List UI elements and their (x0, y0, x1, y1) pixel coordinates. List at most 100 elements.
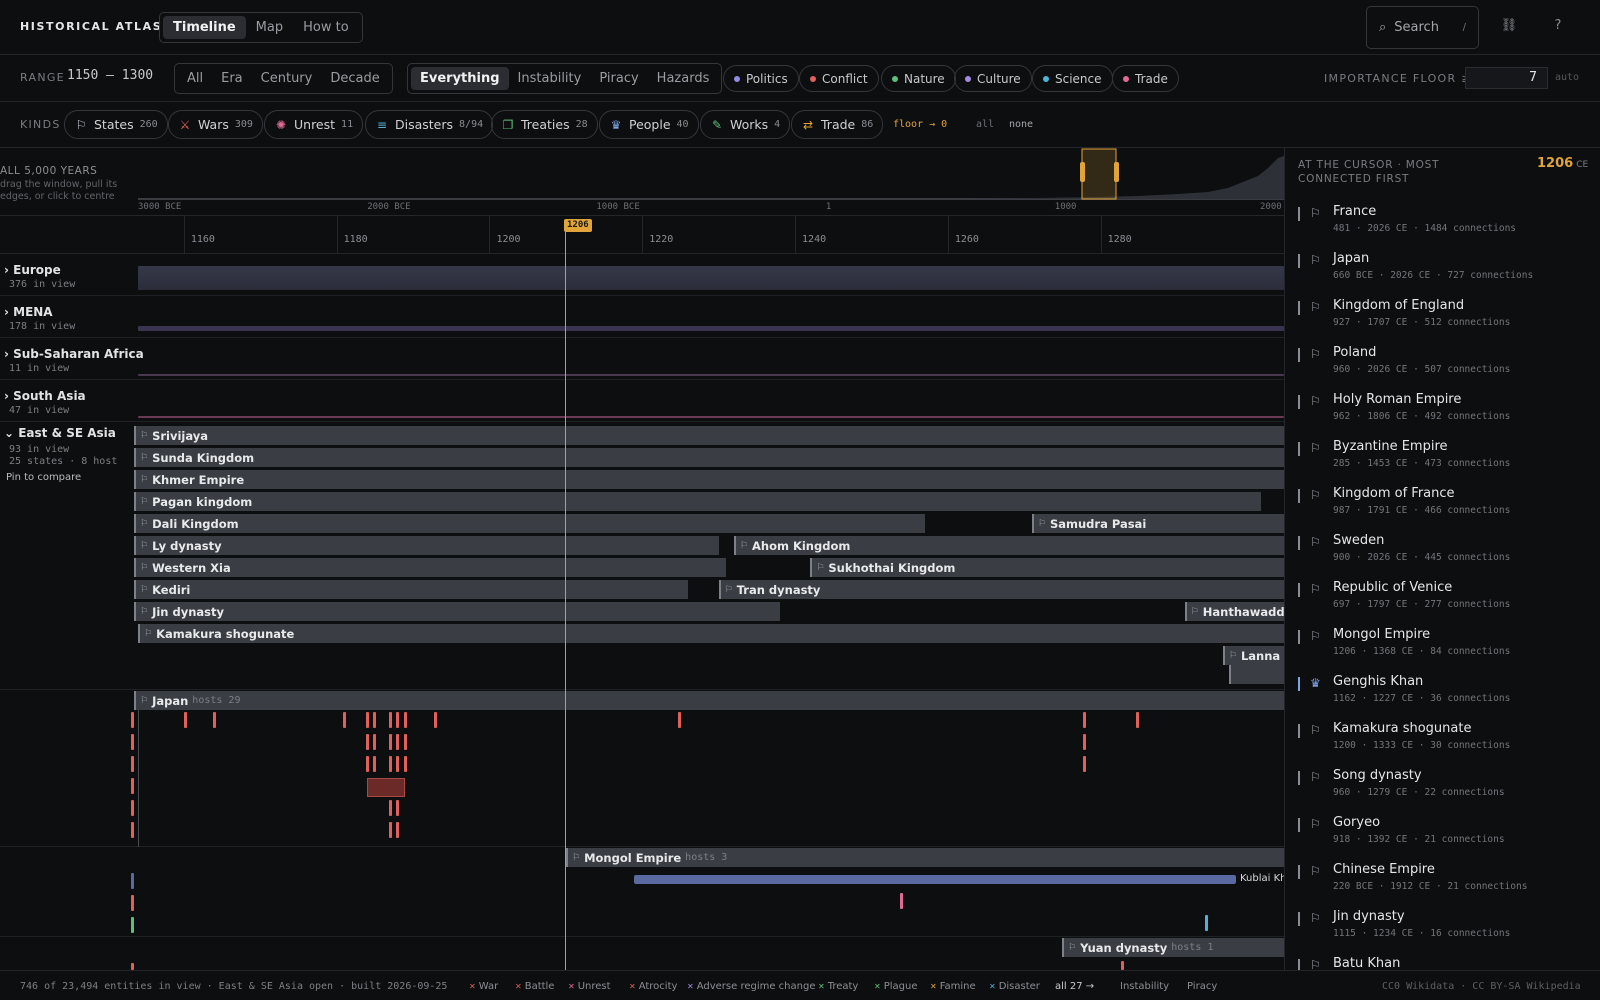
person-bar[interactable] (634, 875, 1236, 884)
tab-how-to[interactable]: How to (293, 16, 359, 39)
granularity-all[interactable]: All (178, 67, 212, 90)
event-tick[interactable] (366, 734, 369, 750)
region-europe[interactable]: › Europe 376 in view (0, 254, 1284, 296)
event-tick[interactable] (1083, 712, 1086, 728)
event-tick[interactable] (404, 734, 407, 750)
tab-map[interactable]: Map (246, 16, 293, 39)
event-tick[interactable] (900, 893, 903, 909)
cursor-list-item[interactable]: ⚐ Mongol Empire 1206 · 1368 CE · 84 connec… (1298, 626, 1598, 672)
state-bar[interactable]: ⚐ Kamakura shogunate (138, 624, 1284, 643)
event-tick[interactable] (396, 822, 399, 838)
category-trade[interactable]: Trade (1112, 65, 1179, 92)
event-tick[interactable] (396, 800, 399, 816)
state-bar[interactable]: ⚐ Samudra Pasai (1031, 514, 1284, 533)
legend-all-link[interactable]: all 27 → (1055, 981, 1094, 992)
category-culture[interactable]: Culture (954, 65, 1032, 92)
event-tick[interactable] (1136, 712, 1139, 728)
event-tick[interactable] (396, 756, 399, 772)
category-science[interactable]: Science (1032, 65, 1113, 92)
floor-reset-link[interactable]: floor → 0 (893, 119, 947, 130)
legend-disaster[interactable]: ✕ Disaster (989, 981, 1040, 992)
kinds-none-link[interactable]: none (1009, 119, 1033, 130)
event-tick[interactable] (131, 756, 134, 772)
importance-floor-input[interactable]: 7 (1465, 67, 1548, 89)
event-tick[interactable] (1121, 961, 1124, 970)
host-japan[interactable]: ⚐ Japan hosts 29 (0, 690, 1284, 847)
state-bar[interactable]: ⚐ Khmer Empire (134, 470, 1284, 489)
state-bar[interactable] (1229, 665, 1284, 684)
kinds-all-link[interactable]: all (976, 119, 994, 130)
event-tick[interactable] (389, 734, 392, 750)
cursor-list-item[interactable]: ⚐ Byzantine Empire 285 · 1453 CE · 473 con… (1298, 438, 1598, 484)
region-sub-saharan-africa[interactable]: › Sub-Saharan Africa 11 in view (0, 338, 1284, 380)
event-tick[interactable] (389, 712, 392, 728)
granularity-decade[interactable]: Decade (321, 67, 388, 90)
event-tick[interactable] (404, 712, 407, 728)
cursor-line[interactable] (565, 232, 566, 970)
kind-works[interactable]: ✎ Works 4 (700, 110, 791, 139)
mode-piracy[interactable]: Piracy (590, 67, 647, 90)
event-tick[interactable] (213, 712, 216, 728)
state-bar[interactable]: ⚐ Lanna (1222, 646, 1284, 665)
event-tick[interactable] (434, 712, 437, 728)
granularity-century[interactable]: Century (252, 67, 322, 90)
event-tick[interactable] (678, 712, 681, 728)
legend-battle[interactable]: ✕ Battle (515, 981, 554, 992)
legend-plague[interactable]: ✕ Plague (874, 981, 917, 992)
kind-wars[interactable]: ⚔ Wars 309 (168, 110, 263, 139)
mode-hazards[interactable]: Hazards (648, 67, 719, 90)
event-tick[interactable] (373, 756, 376, 772)
state-bar[interactable]: ⚐ Jin dynasty (134, 602, 780, 621)
state-bar[interactable]: ⚐Hanthawaddy Kingdom (1184, 602, 1284, 621)
event-tick[interactable] (1083, 756, 1086, 772)
event-tick[interactable] (131, 800, 134, 816)
state-bar[interactable]: ⚐ Kediri (134, 580, 689, 599)
overview-histogram[interactable] (138, 148, 1284, 202)
legend-famine[interactable]: ✕ Famine (930, 981, 976, 992)
cursor-list-item[interactable]: ⚐ Goryeo 918 · 1392 CE · 21 connections (1298, 814, 1598, 860)
event-tick[interactable] (131, 734, 134, 750)
legend-adverse-regime-change[interactable]: ✕ Adverse regime change (687, 981, 815, 992)
event-tick[interactable] (366, 756, 369, 772)
cursor-list-item[interactable]: ⚐ Batu Khan (1298, 955, 1598, 970)
event-tick[interactable] (389, 800, 392, 816)
legend-unrest[interactable]: ✕ Unrest (568, 981, 611, 992)
link-icon[interactable]: ⛓ (1500, 18, 1518, 36)
granularity-era[interactable]: Era (212, 67, 252, 90)
kind-trade[interactable]: ⇄ Trade 86 (791, 110, 884, 139)
state-bar[interactable]: ⚐ Ly dynasty (134, 536, 719, 555)
cursor-list-item[interactable]: ⚐ Republic of Venice 697 · 1797 CE · 277 c… (1298, 579, 1598, 625)
tab-timeline[interactable]: Timeline (163, 16, 246, 39)
event-tick[interactable] (131, 917, 134, 933)
event-tick[interactable] (1083, 734, 1086, 750)
state-bar[interactable]: ⚐ Sukhothai Kingdom (810, 558, 1284, 577)
event-tick[interactable] (389, 822, 392, 838)
region-name[interactable]: › Europe (4, 263, 61, 277)
event-tick[interactable] (131, 963, 134, 970)
cursor-list-item[interactable]: ⚐ Sweden 900 · 2026 CE · 445 connections (1298, 532, 1598, 578)
event-tick[interactable] (184, 712, 187, 728)
event-tick[interactable] (404, 756, 407, 772)
kind-treaties[interactable]: ❐ Treaties 28 (491, 110, 598, 139)
event-tick[interactable] (1205, 915, 1208, 931)
state-bar[interactable]: ⚐ Pagan kingdom (134, 492, 1262, 511)
host-bar[interactable]: ⚐ Japan hosts 29 (134, 691, 1284, 710)
legend-instability[interactable]: Instability (1120, 981, 1169, 992)
event-tick[interactable] (343, 712, 346, 728)
event-tick[interactable] (366, 712, 369, 728)
overview-window-left-handle[interactable] (1080, 162, 1085, 182)
event-tick[interactable] (396, 734, 399, 750)
event-tick[interactable] (131, 778, 134, 794)
search-button[interactable]: ⌕ Search / (1366, 6, 1479, 49)
overview-window[interactable] (1081, 148, 1117, 200)
cursor-list-item[interactable]: ⚐ France 481 · 2026 CE · 1484 connections (1298, 203, 1598, 249)
cursor-list-item[interactable]: ♛ Genghis Khan 1162 · 1227 CE · 36 connect… (1298, 673, 1598, 719)
legend-piracy[interactable]: Piracy (1187, 981, 1217, 992)
mode-instability[interactable]: Instability (509, 67, 591, 90)
region-name[interactable]: ⌄ East & SE Asia (4, 426, 116, 440)
region-east-se-asia[interactable]: ⌄ East & SE Asia 93 in view 25 states · 8 … (0, 422, 1284, 690)
kind-unrest[interactable]: ✺ Unrest 11 (264, 110, 364, 139)
overview-strip[interactable]: ALL 5,000 YEARS drag the window, pull it… (0, 148, 1284, 216)
state-bar[interactable]: ⚐ Tran dynasty (718, 580, 1284, 599)
event-tick[interactable] (131, 712, 134, 728)
